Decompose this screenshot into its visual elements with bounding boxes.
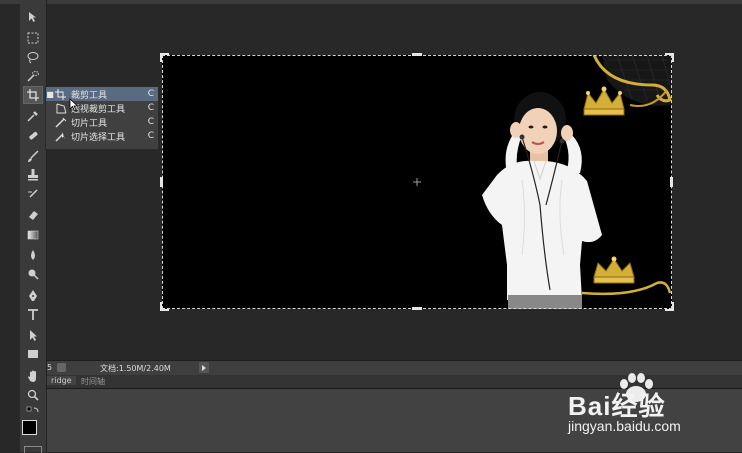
crop-tool-icon[interactable] <box>23 86 43 104</box>
crop-handle-top[interactable] <box>412 53 422 56</box>
pen-tool-icon[interactable] <box>24 288 42 304</box>
hand-tool-icon[interactable] <box>24 368 42 384</box>
flyout-item-slice-select[interactable]: 切片选择工具 C <box>46 129 158 143</box>
flyout-item-crop[interactable]: ■ 裁剪工具 C <box>46 87 158 101</box>
type-tool-icon[interactable] <box>24 307 42 323</box>
crop-handle-bottom[interactable] <box>412 307 422 310</box>
foreground-color-swatch[interactable] <box>22 420 37 435</box>
brush-tool-icon[interactable] <box>24 148 42 164</box>
clone-stamp-tool-icon[interactable] <box>24 167 42 183</box>
crop-handle-left[interactable] <box>160 177 163 187</box>
eraser-tool-icon[interactable] <box>24 207 42 223</box>
dodge-tool-icon[interactable] <box>24 266 42 282</box>
swap-colors-icon[interactable] <box>24 404 42 420</box>
tools-panel <box>20 0 47 453</box>
lasso-tool-icon[interactable] <box>24 49 42 65</box>
move-tool-icon[interactable] <box>24 9 42 25</box>
zoom-tool-icon[interactable] <box>24 387 42 403</box>
flyout-item-slice[interactable]: 切片工具 C <box>46 115 158 129</box>
watermark-url: jingyan.baidu.com <box>568 418 681 434</box>
crop-handle-top-right[interactable] <box>665 53 674 62</box>
crop-tool-flyout-menu: ■ 裁剪工具 C 透视裁剪工具 C 切片工具 C 切片选择工具 C <box>45 86 159 150</box>
rectangle-tool-icon[interactable] <box>24 346 42 362</box>
gradient-tool-icon[interactable] <box>24 227 42 243</box>
status-menu-arrow-icon[interactable] <box>199 362 209 373</box>
document-size: 文档:1.50M/2.40M <box>100 364 171 373</box>
status-info-icon[interactable] <box>57 363 66 372</box>
blur-tool-icon[interactable] <box>24 247 42 263</box>
history-brush-tool-icon[interactable] <box>24 187 42 203</box>
crop-handle-bottom-right[interactable] <box>665 302 674 311</box>
marquee-tool-icon[interactable] <box>24 30 42 46</box>
flyout-item-perspective-crop[interactable]: 透视裁剪工具 C <box>46 101 158 115</box>
crop-handle-right[interactable] <box>670 177 673 187</box>
tab-timeline[interactable]: 时间轴 <box>77 376 109 387</box>
tab-mini-bridge[interactable]: ridge <box>47 376 76 385</box>
perspective-crop-icon <box>54 102 68 114</box>
baidu-jingyan-watermark: Bai经验 jingyan.baidu.com <box>568 372 738 442</box>
crop-handle-bottom-left[interactable] <box>160 302 169 311</box>
quick-selection-tool-icon[interactable] <box>24 68 42 84</box>
crop-marquee[interactable] <box>162 55 672 309</box>
slice-icon <box>54 116 68 128</box>
eyedropper-tool-icon[interactable] <box>24 108 42 124</box>
path-selection-tool-icon[interactable] <box>24 327 42 343</box>
crop-icon <box>54 88 68 100</box>
mouse-cursor-icon <box>69 98 79 112</box>
selected-dot-icon: ■ <box>46 89 54 99</box>
crop-handle-top-left[interactable] <box>160 53 169 62</box>
healing-brush-tool-icon[interactable] <box>24 128 42 144</box>
slice-select-icon <box>54 130 68 142</box>
zoom-level[interactable]: 5 <box>47 363 52 372</box>
